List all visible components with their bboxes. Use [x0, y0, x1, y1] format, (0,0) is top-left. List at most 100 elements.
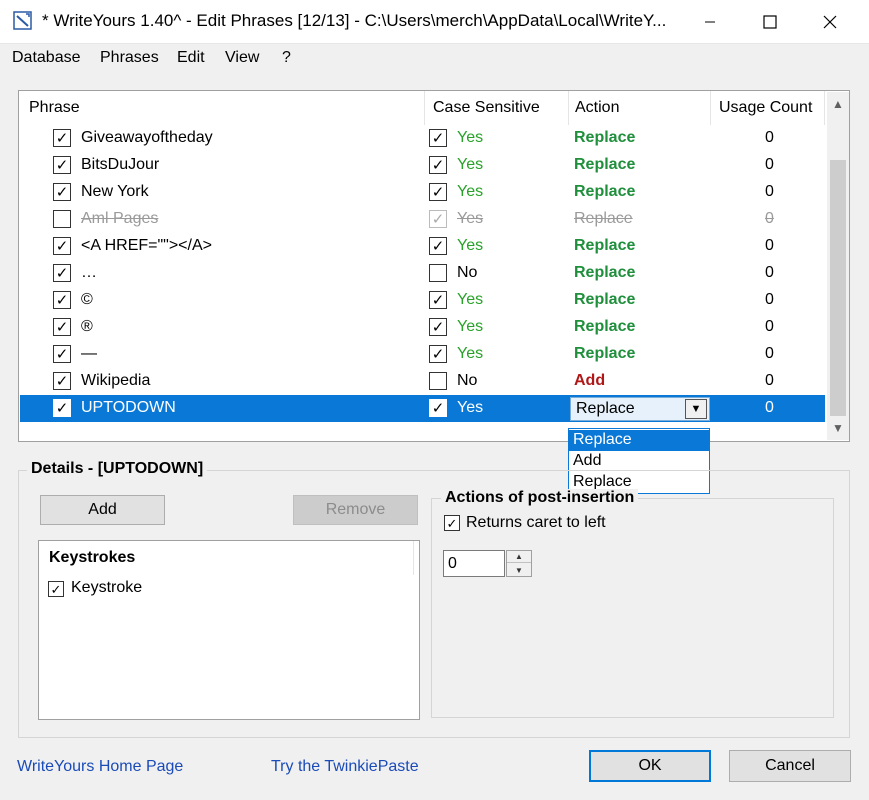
spin-value: 0: [448, 555, 457, 572]
phrase-enabled-checkbox[interactable]: ✓: [53, 318, 71, 336]
action-text[interactable]: Replace: [574, 264, 635, 282]
table-row[interactable]: ✓ <A HREF=""></A> ✓ Yes Replace 0: [20, 233, 825, 260]
phrase-text[interactable]: ®: [81, 318, 93, 336]
case-sensitive-checkbox[interactable]: ✓: [429, 210, 447, 228]
cancel-button[interactable]: Cancel: [729, 750, 851, 782]
table-row[interactable]: ✓ Wikipedia No Add 0: [20, 368, 825, 395]
case-sensitive-checkbox[interactable]: ✓: [429, 318, 447, 336]
phrase-enabled-checkbox[interactable]: ✓: [53, 372, 71, 390]
action-text[interactable]: Replace: [574, 291, 635, 309]
action-text[interactable]: Add: [574, 372, 605, 390]
table-row[interactable]: ✓ … No Replace 0: [20, 260, 825, 287]
dropdown-option[interactable]: Add: [569, 451, 709, 472]
phrase-text[interactable]: …: [81, 264, 97, 282]
table-row[interactable]: ✓ Giveawayoftheday ✓ Yes Replace 0: [20, 125, 825, 152]
action-text[interactable]: Replace: [574, 318, 635, 336]
case-sensitive-checkbox[interactable]: ✓: [429, 291, 447, 309]
menu-edit[interactable]: Edit: [177, 49, 205, 67]
table-row[interactable]: ✓ © ✓ Yes Replace 0: [20, 287, 825, 314]
action-text[interactable]: Replace: [574, 210, 633, 228]
case-sensitive-checkbox[interactable]: ✓: [429, 183, 447, 201]
add-keystroke-button[interactable]: Add: [40, 495, 165, 525]
phrase-text[interactable]: Giveawayoftheday: [81, 129, 213, 147]
case-sensitive-checkbox[interactable]: ✓: [429, 399, 447, 417]
phrase-text[interactable]: <A HREF=""></A>: [81, 237, 212, 255]
table-row[interactable]: ✓ BitsDuJour ✓ Yes Replace 0: [20, 152, 825, 179]
ok-button[interactable]: OK: [589, 750, 711, 782]
phrase-enabled-checkbox[interactable]: ✓: [53, 237, 71, 255]
action-text[interactable]: Replace: [574, 156, 635, 174]
case-sensitive-text: Yes: [457, 237, 484, 254]
spin-down-icon[interactable]: ▼: [507, 564, 531, 576]
phrase-enabled-checkbox[interactable]: ✓: [53, 264, 71, 282]
keystroke-item-label[interactable]: Keystroke: [71, 579, 142, 597]
case-sensitive-text: Yes: [457, 129, 484, 146]
menu-phrases[interactable]: Phrases: [100, 49, 159, 67]
table-row[interactable]: Aml Pages ✓ Yes Replace 0: [20, 206, 825, 233]
action-combobox[interactable]: Replace ▼: [570, 397, 710, 421]
keystroke-checkbox[interactable]: ✓: [48, 581, 64, 597]
returns-caret-checkbox[interactable]: ✓: [444, 515, 460, 531]
phrase-text[interactable]: BitsDuJour: [81, 156, 159, 174]
spin-up-icon[interactable]: ▲: [507, 551, 531, 563]
action-text[interactable]: Replace: [574, 237, 635, 255]
table-row[interactable]: ✓ New York ✓ Yes Replace 0: [20, 179, 825, 206]
column-header-usage-count[interactable]: Usage Count: [711, 91, 825, 125]
phrase-enabled-checkbox[interactable]: ✓: [53, 129, 71, 147]
phrase-text[interactable]: New York: [81, 183, 149, 201]
phrase-list[interactable]: Phrase Case Sensitive Action Usage Count…: [18, 90, 850, 442]
keystrokes-list[interactable]: Keystrokes ✓ Keystroke: [38, 540, 420, 720]
action-text[interactable]: Replace: [574, 183, 635, 201]
table-row[interactable]: ✓ — ✓ Yes Replace 0: [20, 341, 825, 368]
phrase-enabled-checkbox[interactable]: ✓: [53, 345, 71, 363]
case-sensitive-text: Yes: [457, 318, 484, 335]
dropdown-option[interactable]: Replace: [569, 430, 709, 451]
menu-database[interactable]: Database: [12, 49, 81, 67]
case-sensitive-checkbox[interactable]: ✓: [429, 237, 447, 255]
menu-bar: Database Phrases Edit View ?: [0, 44, 869, 74]
home-page-link[interactable]: WriteYours Home Page: [17, 758, 183, 776]
case-sensitive-checkbox[interactable]: ✓: [429, 156, 447, 174]
menu-help[interactable]: ?: [282, 49, 291, 67]
table-row[interactable]: ✓ UPTODOWN ✓ Yes Replace ▼ 0: [20, 395, 825, 422]
column-header-case-sensitive[interactable]: Case Sensitive: [425, 91, 569, 125]
minimize-icon[interactable]: [680, 0, 740, 44]
case-sensitive-checkbox[interactable]: ✓: [429, 129, 447, 147]
close-icon[interactable]: [800, 0, 860, 44]
phrase-text[interactable]: Wikipedia: [81, 372, 150, 390]
phrase-text[interactable]: —: [81, 345, 97, 363]
scroll-down-icon[interactable]: ▼: [827, 418, 849, 438]
case-sensitive-text: Yes: [457, 291, 484, 308]
post-insertion-title: Actions of post-insertion: [441, 489, 639, 507]
menu-view[interactable]: View: [225, 49, 259, 67]
phrase-enabled-checkbox[interactable]: ✓: [53, 156, 71, 174]
post-insertion-spin-input[interactable]: 0: [443, 550, 505, 577]
table-row[interactable]: ✓ ® ✓ Yes Replace 0: [20, 314, 825, 341]
scroll-thumb[interactable]: [830, 160, 846, 416]
action-text[interactable]: Replace: [574, 345, 635, 363]
case-sensitive-checkbox[interactable]: ✓: [429, 345, 447, 363]
action-text[interactable]: Replace: [574, 129, 635, 147]
phrase-enabled-checkbox[interactable]: ✓: [53, 291, 71, 309]
case-sensitive-checkbox[interactable]: [429, 372, 447, 390]
phrase-enabled-checkbox[interactable]: ✓: [53, 183, 71, 201]
maximize-icon[interactable]: [740, 0, 800, 44]
dropdown-arrow-icon[interactable]: ▼: [685, 399, 707, 419]
phrase-text[interactable]: ©: [81, 291, 93, 309]
vertical-scrollbar[interactable]: ▲ ▼: [827, 92, 849, 440]
returns-caret-label[interactable]: Returns caret to left: [466, 514, 606, 532]
scroll-up-icon[interactable]: ▲: [827, 94, 849, 114]
twinkiepaste-link[interactable]: Try the TwinkiePaste: [271, 758, 419, 776]
phrase-text[interactable]: Aml Pages: [81, 210, 158, 228]
phrase-text[interactable]: UPTODOWN: [81, 399, 176, 417]
usage-count: 0: [765, 345, 774, 362]
details-title: Details - [UPTODOWN]: [27, 460, 208, 478]
column-header-phrase[interactable]: Phrase: [19, 91, 425, 125]
phrase-enabled-checkbox[interactable]: [53, 210, 71, 228]
case-sensitive-text: Yes: [457, 210, 484, 227]
case-sensitive-text: Yes: [457, 345, 484, 362]
remove-keystroke-button[interactable]: Remove: [293, 495, 418, 525]
case-sensitive-checkbox[interactable]: [429, 264, 447, 282]
phrase-enabled-checkbox[interactable]: ✓: [53, 399, 71, 417]
column-header-action[interactable]: Action: [569, 91, 711, 125]
